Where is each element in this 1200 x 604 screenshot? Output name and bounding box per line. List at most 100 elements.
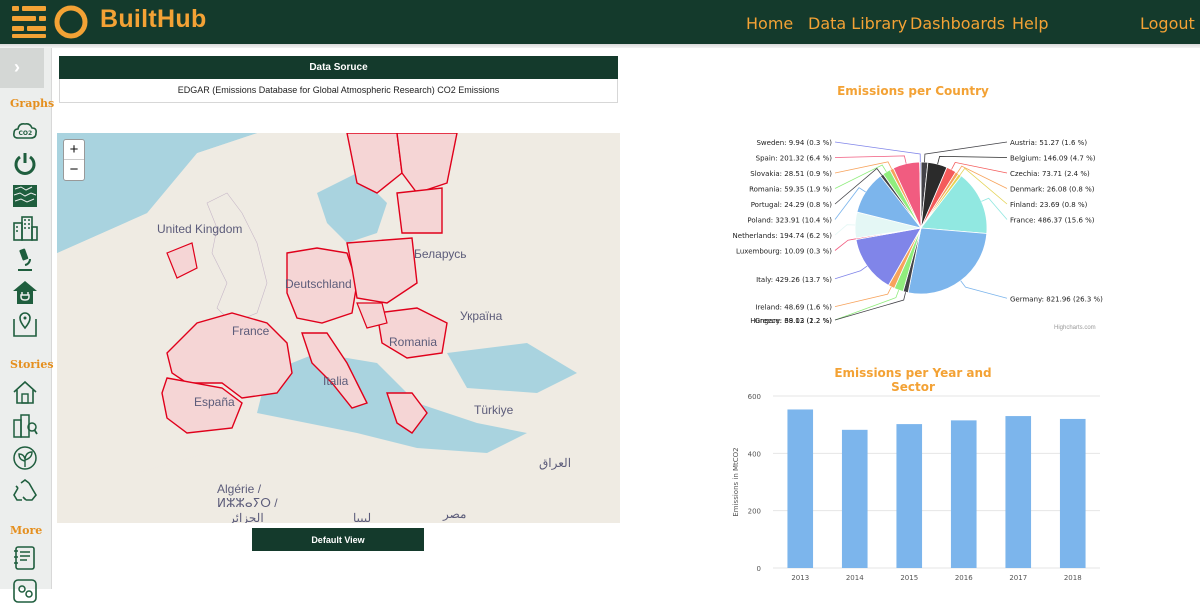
nav-data-library[interactable]: Data Library (808, 14, 907, 33)
map-label-turkiye: Türkiye (474, 403, 514, 417)
map-label-egypt: مصر (442, 507, 466, 521)
data-source-header: Data Soruce (59, 56, 618, 79)
map-label-belarus: Беларусь (414, 247, 466, 261)
map-canvas[interactable]: United Kingdom Deutschland Беларусь Fran… (57, 133, 620, 523)
map-label-italy: Italia (323, 374, 349, 388)
bar-2018[interactable] (1059, 418, 1086, 568)
map-label-algeria-tifinagh: ⵍⵣⵣⴰⵢⵔ / (217, 496, 278, 510)
map-label-ukraine: Україна (460, 309, 503, 323)
pie-data-label: France: 486.37 (15.6 %) (1010, 217, 1095, 225)
house-icon[interactable] (12, 379, 38, 405)
y-tick-label: 200 (748, 508, 761, 516)
bar-2017[interactable] (1005, 416, 1032, 568)
map-label-iraq: العراق (539, 456, 571, 470)
co2-icon[interactable]: CO2 (12, 119, 38, 145)
pie-connector (834, 155, 907, 164)
pie-connector (834, 265, 868, 280)
zoom-in-button[interactable]: + (64, 140, 84, 159)
default-view-button[interactable]: Default View (252, 528, 424, 551)
sidebar-heading-graphs: Graphs (10, 97, 55, 110)
x-tick-label: 2017 (1009, 574, 1027, 582)
nav-home[interactable]: Home (746, 14, 793, 33)
map-zoom-control: + − (63, 139, 85, 181)
pie-data-label: Portugal: 24.29 (0.8 %) (751, 201, 833, 209)
map-label-libya: ليبيا (353, 511, 371, 523)
sidebar-heading-more: More (10, 524, 43, 537)
nav-help[interactable]: Help (1012, 14, 1048, 33)
map-label-spain: España (194, 395, 235, 409)
sidebar-heading-stories: Stories (10, 358, 54, 371)
notebook-icon[interactable] (12, 545, 38, 571)
pie-connector (834, 286, 892, 307)
x-tick-label: 2016 (955, 574, 973, 582)
texture-icon[interactable] (12, 183, 38, 209)
recycle-icon[interactable] (12, 478, 38, 504)
x-tick-label: 2015 (900, 574, 918, 582)
pie-data-label: Slovakia: 28.51 (0.9 %) (750, 170, 832, 178)
sidebar: › Graphs CO2 Stories More (0, 48, 55, 603)
logout-link[interactable]: Logout (1140, 14, 1195, 33)
y-tick-label: 600 (748, 393, 761, 401)
svg-text:CO2: CO2 (19, 130, 33, 137)
map-label-algeria: Algérie / (217, 482, 262, 496)
x-tick-label: 2014 (846, 574, 864, 582)
header-shadow (0, 44, 1200, 48)
bar-chart: 0 200 400 600 Emissions in MtCO2 2013 2014 2015… (732, 393, 1100, 582)
pie-data-label: Czechia: 73.71 (2.4 %) (1010, 170, 1090, 178)
pie-data-label: Greece: 38.02 (1.2 %) (755, 317, 833, 325)
pie-data-label: Sweden: 9.94 (0.3 %) (756, 139, 832, 147)
map-label-uk: United Kingdom (157, 222, 242, 236)
pie-connector (834, 238, 856, 251)
map-label-france: France (232, 324, 270, 338)
europe-map[interactable]: United Kingdom Deutschland Беларусь Fran… (57, 133, 620, 523)
zoom-out-button[interactable]: − (64, 159, 84, 179)
top-navbar: BuiltHub Home Data Library Dashboards He… (0, 0, 1200, 44)
pie-data-label: Austria: 51.27 (1.6 %) (1010, 139, 1087, 147)
x-tick-label: 2013 (791, 574, 809, 582)
pie-connector (834, 141, 921, 163)
pie-data-label: Romania: 59.35 (1.9 %) (749, 186, 832, 194)
pie-connector (834, 224, 856, 236)
map-label-algeria-arabic: الجزائر (228, 511, 264, 523)
pie-data-label: Poland: 323.91 (10.4 %) (747, 217, 832, 225)
pie-connector (924, 141, 1008, 163)
bar-2014[interactable] (841, 429, 868, 568)
pie-data-label: Ireland: 48.69 (1.6 %) (755, 304, 832, 312)
pie-data-label: Luxembourg: 10.09 (0.3 %) (736, 248, 832, 256)
chevron-right-icon: › (14, 57, 20, 77)
nav-dashboards[interactable]: Dashboards (910, 14, 1005, 33)
pie-connector (834, 161, 892, 174)
pie-connector (960, 280, 1008, 299)
city-search-icon[interactable] (12, 412, 38, 438)
bar-2015[interactable] (896, 424, 923, 568)
pie-data-label: Denmark: 26.08 (0.8 %) (1010, 186, 1095, 194)
pie-chart: Austria: 51.27 (1.6 %) Belgium: 146.09 (4… (733, 139, 1104, 325)
y-axis-label: Emissions in MtCO2 (732, 447, 740, 516)
pie-data-label: Netherlands: 194.74 (6.2 %) (733, 232, 833, 240)
pie-chart-title: Emissions per Country (837, 84, 989, 98)
microscope-icon[interactable] (12, 247, 38, 273)
pie-connector (937, 155, 1008, 165)
bar-2016[interactable] (950, 420, 977, 568)
settings-icon[interactable] (12, 578, 38, 604)
pie-data-label: Spain: 201.32 (6.4 %) (756, 155, 833, 163)
power-icon[interactable] (12, 151, 38, 177)
bar-2013[interactable] (787, 409, 814, 568)
map-label-romania: Romania (389, 335, 437, 349)
chart-credits[interactable]: Highcharts.com (1054, 325, 1096, 331)
house-plug-icon[interactable] (12, 279, 38, 305)
map-pin-icon[interactable] (12, 311, 38, 337)
pie-connector (834, 289, 900, 321)
sidebar-toggle-button[interactable]: › (0, 48, 44, 88)
leaf-icon[interactable] (12, 445, 38, 471)
data-source-value: EDGAR (Emissions Database for Global Atm… (59, 79, 618, 103)
pie-slice-germany[interactable] (907, 227, 988, 295)
x-tick-label: 2018 (1064, 574, 1082, 582)
pie-data-label: Italy: 429.26 (13.7 %) (756, 276, 832, 284)
pie-connector (951, 161, 1008, 174)
buildings-icon[interactable] (12, 215, 38, 241)
brand-name[interactable]: BuiltHub (100, 5, 207, 34)
pie-data-label: Finland: 23.69 (0.8 %) (1010, 201, 1088, 209)
map-label-germany: Deutschland (285, 277, 352, 291)
y-tick-label: 400 (748, 450, 761, 458)
